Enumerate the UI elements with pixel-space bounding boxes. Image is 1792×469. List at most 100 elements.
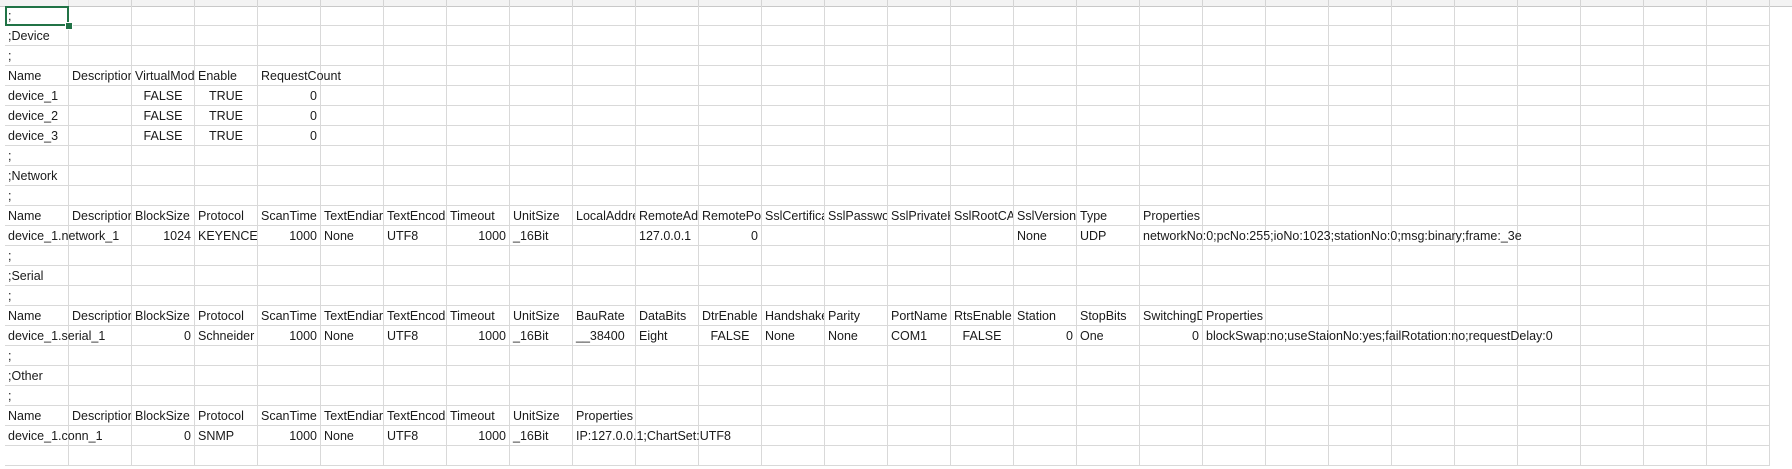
sheet-cell[interactable]	[951, 406, 1014, 426]
sheet-cell[interactable]	[1266, 306, 1329, 326]
sheet-cell[interactable]	[447, 46, 510, 66]
sheet-cell[interactable]	[1140, 346, 1203, 366]
sheet-cell[interactable]	[573, 46, 636, 66]
sheet-cell[interactable]	[1455, 246, 1518, 266]
sheet-cell[interactable]	[132, 46, 195, 66]
sheet-cell[interactable]	[1329, 46, 1392, 66]
sheet-cell[interactable]	[825, 266, 888, 286]
sheet-cell[interactable]: 0	[132, 426, 195, 446]
sheet-cell[interactable]	[1266, 346, 1329, 366]
sheet-cell[interactable]	[825, 126, 888, 146]
sheet-cell[interactable]	[1266, 26, 1329, 46]
sheet-cell[interactable]: BlockSize	[132, 306, 195, 326]
sheet-cell[interactable]	[762, 146, 825, 166]
sheet-cell[interactable]	[195, 26, 258, 46]
sheet-cell[interactable]	[1014, 186, 1077, 206]
sheet-cell[interactable]	[1329, 346, 1392, 366]
sheet-cell[interactable]	[510, 346, 573, 366]
sheet-cell[interactable]	[195, 46, 258, 66]
sheet-cell[interactable]	[1707, 266, 1770, 286]
sheet-cell[interactable]	[1644, 206, 1707, 226]
sheet-cell[interactable]	[447, 266, 510, 286]
sheet-cell[interactable]	[1266, 146, 1329, 166]
sheet-cell[interactable]	[1707, 146, 1770, 166]
sheet-cell[interactable]: _16Bit	[510, 326, 573, 346]
sheet-cell[interactable]	[636, 346, 699, 366]
sheet-cell[interactable]	[1455, 46, 1518, 66]
sheet-cell[interactable]	[1581, 106, 1644, 126]
spreadsheet-grid[interactable]: ; ;Device; Name Description VirtualMode Enabl…	[0, 0, 1792, 469]
sheet-cell[interactable]: SslCertificate	[762, 206, 825, 226]
sheet-cell[interactable]	[762, 86, 825, 106]
sheet-cell[interactable]	[825, 186, 888, 206]
sheet-cell[interactable]	[1518, 366, 1581, 386]
sheet-cell[interactable]	[510, 46, 573, 66]
sheet-cell[interactable]	[825, 446, 888, 466]
sheet-cell[interactable]	[951, 386, 1014, 406]
sheet-cell[interactable]	[132, 166, 195, 186]
sheet-cell[interactable]	[69, 366, 132, 386]
sheet-cell[interactable]	[1518, 286, 1581, 306]
sheet-cell[interactable]	[762, 346, 825, 366]
sheet-cell[interactable]	[1518, 106, 1581, 126]
sheet-cell[interactable]	[636, 6, 699, 26]
sheet-cell[interactable]: Handshake	[762, 306, 825, 326]
sheet-cell[interactable]	[1329, 186, 1392, 206]
sheet-cell[interactable]	[1266, 366, 1329, 386]
sheet-cell[interactable]	[384, 46, 447, 66]
sheet-cell[interactable]	[1392, 166, 1455, 186]
sheet-cell[interactable]	[1707, 246, 1770, 266]
sheet-cell[interactable]: FALSE	[699, 326, 762, 346]
sheet-cell[interactable]	[1581, 26, 1644, 46]
sheet-cell[interactable]	[951, 366, 1014, 386]
sheet-cell[interactable]	[762, 226, 825, 246]
sheet-cell[interactable]	[321, 146, 384, 166]
sheet-cell[interactable]	[258, 246, 321, 266]
sheet-cell[interactable]: UnitSize	[510, 306, 573, 326]
sheet-cell[interactable]: BauRate	[573, 306, 636, 326]
sheet-cell[interactable]	[195, 446, 258, 466]
sheet-cell[interactable]	[258, 46, 321, 66]
sheet-cell[interactable]	[573, 6, 636, 26]
sheet-cell[interactable]	[1266, 446, 1329, 466]
sheet-cell[interactable]	[258, 446, 321, 466]
sheet-cell[interactable]: Schneider Modbus	[195, 326, 258, 346]
sheet-cell[interactable]	[510, 146, 573, 166]
sheet-cell[interactable]	[636, 406, 699, 426]
sheet-cell[interactable]	[1266, 426, 1329, 446]
sheet-cell[interactable]	[258, 366, 321, 386]
sheet-cell[interactable]: ;Network	[5, 166, 69, 186]
sheet-cell[interactable]: FALSE	[951, 326, 1014, 346]
sheet-cell[interactable]: StopBits	[1077, 306, 1140, 326]
sheet-cell[interactable]	[69, 446, 132, 466]
sheet-cell[interactable]	[1455, 406, 1518, 426]
sheet-cell[interactable]	[951, 426, 1014, 446]
sheet-cell[interactable]	[1392, 146, 1455, 166]
sheet-cell[interactable]	[1203, 266, 1266, 286]
sheet-cell[interactable]	[132, 346, 195, 366]
sheet-cell[interactable]	[573, 186, 636, 206]
sheet-cell[interactable]	[321, 186, 384, 206]
sheet-cell[interactable]	[258, 146, 321, 166]
sheet-cell[interactable]	[258, 6, 321, 26]
sheet-cell[interactable]	[1707, 446, 1770, 466]
sheet-cell[interactable]: None	[321, 326, 384, 346]
sheet-cell[interactable]	[1392, 26, 1455, 46]
sheet-cell[interactable]	[5, 446, 69, 466]
sheet-cell[interactable]	[447, 366, 510, 386]
sheet-cell[interactable]	[1266, 6, 1329, 26]
sheet-cell[interactable]	[825, 26, 888, 46]
sheet-cell[interactable]: TRUE	[195, 126, 258, 146]
sheet-cell[interactable]	[1014, 386, 1077, 406]
sheet-cell[interactable]	[384, 6, 447, 26]
sheet-cell[interactable]: device_1	[5, 86, 69, 106]
sheet-cell[interactable]	[1455, 446, 1518, 466]
sheet-cell[interactable]	[1644, 26, 1707, 46]
sheet-cell[interactable]	[321, 386, 384, 406]
sheet-cell[interactable]	[1644, 226, 1707, 246]
sheet-cell[interactable]: FALSE	[132, 126, 195, 146]
sheet-cell[interactable]	[384, 366, 447, 386]
sheet-cell[interactable]	[951, 346, 1014, 366]
sheet-cell[interactable]	[1014, 366, 1077, 386]
sheet-cell[interactable]	[1581, 366, 1644, 386]
